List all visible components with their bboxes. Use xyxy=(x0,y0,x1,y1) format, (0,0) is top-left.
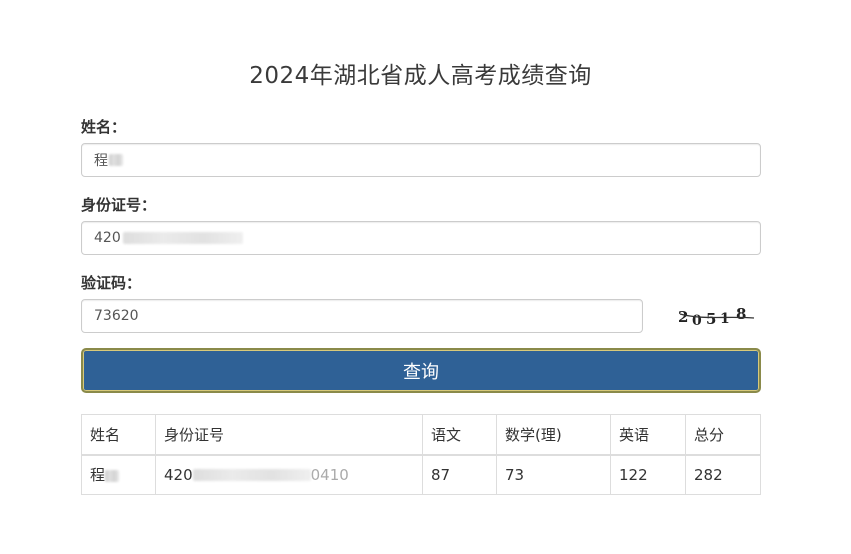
svg-text:1: 1 xyxy=(720,311,730,327)
name-label: 姓名： xyxy=(81,118,127,136)
id-number-redaction xyxy=(122,232,243,244)
captcha-image[interactable]: 2 0 5 1 8 xyxy=(672,300,764,332)
table-header-row: 姓名 身份证号 语文 数学(理) 英语 总分 xyxy=(81,414,761,456)
page: 2024年湖北省成人高考成绩查询 姓名： 程 身份证号： 420 验证码： 2 … xyxy=(0,0,851,554)
header-math: 数学(理) xyxy=(496,414,611,456)
captcha-label: 验证码： xyxy=(81,274,142,292)
cell-id-prefix: 420 xyxy=(164,465,193,484)
id-number-value: 420 xyxy=(94,230,121,246)
score-table: 姓名 身份证号 语文 数学(理) 英语 总分 程 420 0410 87 73 1… xyxy=(81,414,761,495)
query-button[interactable]: 查询 xyxy=(81,348,761,393)
page-title: 2024年湖北省成人高考成绩查询 xyxy=(249,63,592,89)
svg-text:0: 0 xyxy=(692,313,702,329)
svg-text:2: 2 xyxy=(678,308,688,326)
cell-id-number: 420 0410 xyxy=(155,454,423,495)
cell-english: 122 xyxy=(610,454,686,495)
svg-text:5: 5 xyxy=(706,310,716,328)
captcha-input[interactable] xyxy=(81,299,643,333)
cell-name-redaction xyxy=(105,469,120,482)
cell-total: 282 xyxy=(685,454,761,495)
id-number-field[interactable]: 420 xyxy=(81,221,761,255)
cell-name-value: 程 xyxy=(90,466,106,485)
header-chinese: 语文 xyxy=(422,414,497,456)
name-redaction xyxy=(109,154,123,166)
cell-id-suffix: 0410 xyxy=(310,465,349,484)
header-total: 总分 xyxy=(685,414,761,456)
cell-math: 73 xyxy=(496,454,611,495)
name-field[interactable]: 程 xyxy=(81,143,761,177)
header-id-number: 身份证号 xyxy=(155,414,423,456)
header-english: 英语 xyxy=(610,414,686,456)
id-number-label: 身份证号： xyxy=(81,196,157,214)
table-row: 程 420 0410 87 73 122 282 xyxy=(81,454,761,495)
name-value: 程 xyxy=(94,153,108,169)
cell-id-redaction xyxy=(192,469,311,482)
cell-name: 程 xyxy=(81,454,156,495)
header-name: 姓名 xyxy=(81,414,156,456)
svg-text:8: 8 xyxy=(736,305,746,323)
cell-chinese: 87 xyxy=(422,454,497,495)
